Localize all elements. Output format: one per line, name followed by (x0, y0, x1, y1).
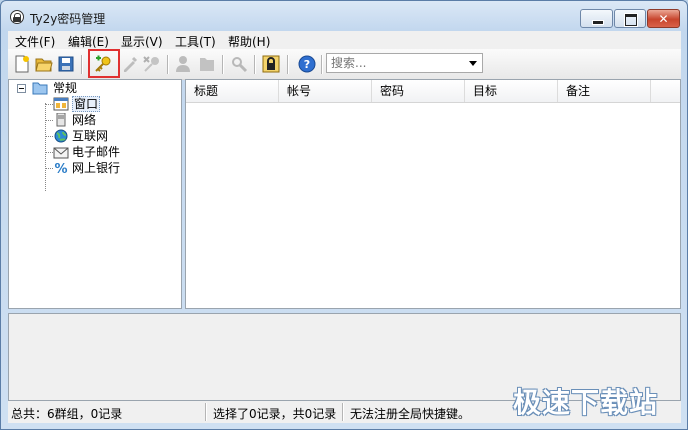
svg-text:?: ? (304, 58, 310, 71)
svg-text:%: % (54, 162, 67, 175)
tree-connector (45, 152, 53, 153)
menu-help[interactable]: 帮助(H) (228, 33, 270, 50)
delete-key-icon[interactable] (143, 55, 161, 73)
tree-label: 窗口 (72, 96, 101, 112)
column-header-notes[interactable]: 备注 (558, 80, 651, 102)
window-app-icon (53, 97, 69, 111)
lock-app-icon (10, 10, 24, 24)
status-total: 总共：6群组，0记录 (11, 407, 123, 421)
tree-label: 网上银行 (72, 161, 121, 175)
watermark: 极速下载站 (513, 386, 659, 419)
group-folder-icon[interactable] (198, 55, 216, 73)
column-header-password[interactable]: 密码 (372, 80, 465, 102)
menu-tools[interactable]: 工具(T) (175, 33, 216, 50)
tree-connector (45, 103, 46, 191)
column-header-target[interactable]: 目标 (465, 80, 558, 102)
tree-item-network[interactable]: 网络 (53, 112, 173, 128)
status-divider (205, 403, 207, 421)
toolbar-separator (81, 55, 83, 74)
menu-edit[interactable]: 编辑(E) (68, 33, 109, 50)
group-tree[interactable]: 常规 窗口 网络 互联网 电子邮件 % 网上银行 (8, 79, 182, 309)
toolbar-separator (287, 55, 289, 74)
new-file-icon[interactable] (13, 55, 31, 73)
search-combobox[interactable] (326, 53, 483, 73)
globe-icon (54, 129, 68, 143)
highlight-box (88, 49, 120, 78)
app-window: Ty2y密码管理 文件(F) 编辑(E) 显示(V) 工具(T) 帮助(H) (0, 0, 688, 430)
record-list[interactable]: 标题 帐号 密码 目标 备注 (185, 79, 681, 309)
search-input[interactable] (331, 55, 459, 71)
tree-item-banking[interactable]: % 网上银行 (53, 160, 173, 176)
tree-item-email[interactable]: 电子邮件 (53, 144, 173, 160)
mail-icon (53, 147, 69, 159)
list-header: 标题 帐号 密码 目标 备注 (186, 80, 680, 103)
tree-item-window[interactable]: 窗口 (53, 96, 173, 112)
save-icon[interactable] (57, 55, 75, 73)
find-icon[interactable] (230, 55, 248, 73)
menu-bar: 文件(F) 编辑(E) 显示(V) 工具(T) 帮助(H) (8, 31, 681, 49)
help-icon[interactable]: ? (298, 55, 316, 73)
minimize-button[interactable] (580, 9, 613, 28)
tree-item-internet[interactable]: 互联网 (53, 128, 173, 144)
tree-connector (45, 104, 53, 105)
menu-view[interactable]: 显示(V) (121, 33, 163, 50)
collapse-icon[interactable] (17, 84, 26, 93)
title-bar[interactable]: Ty2y密码管理 (1, 1, 687, 31)
tree-label: 常规 (53, 81, 78, 95)
status-selected: 选择了0记录，共0记录 (213, 407, 337, 421)
tree-label: 互联网 (72, 129, 109, 143)
percent-icon: % (54, 162, 67, 175)
status-divider (342, 403, 344, 421)
maximize-button[interactable] (614, 9, 646, 28)
toolbar-separator (222, 55, 224, 74)
tree-label: 网络 (72, 113, 97, 127)
tree-connector (45, 168, 53, 169)
tree-connector (45, 120, 53, 121)
column-header-account[interactable]: 帐号 (279, 80, 372, 102)
user-icon[interactable] (174, 55, 192, 73)
column-header-title[interactable]: 标题 (186, 80, 279, 102)
toolbar: ? (8, 49, 681, 80)
toolbar-separator (321, 55, 323, 74)
menu-file[interactable]: 文件(F) (15, 33, 55, 50)
window-title: Ty2y密码管理 (30, 12, 106, 26)
folder-icon (32, 82, 48, 95)
edit-entry-icon[interactable] (121, 55, 139, 73)
dropdown-arrow-icon[interactable] (469, 61, 477, 66)
tree-label: 电子邮件 (72, 145, 121, 159)
tree-connector (45, 136, 53, 137)
tree-item-general[interactable]: 常规 (9, 80, 179, 96)
open-folder-icon[interactable] (35, 55, 53, 73)
lock-icon[interactable] (262, 55, 280, 73)
server-icon (56, 113, 66, 127)
status-hotkey: 无法注册全局快捷键。 (350, 407, 471, 421)
toolbar-separator (254, 55, 256, 74)
close-button[interactable] (647, 9, 680, 28)
toolbar-separator (167, 55, 169, 74)
